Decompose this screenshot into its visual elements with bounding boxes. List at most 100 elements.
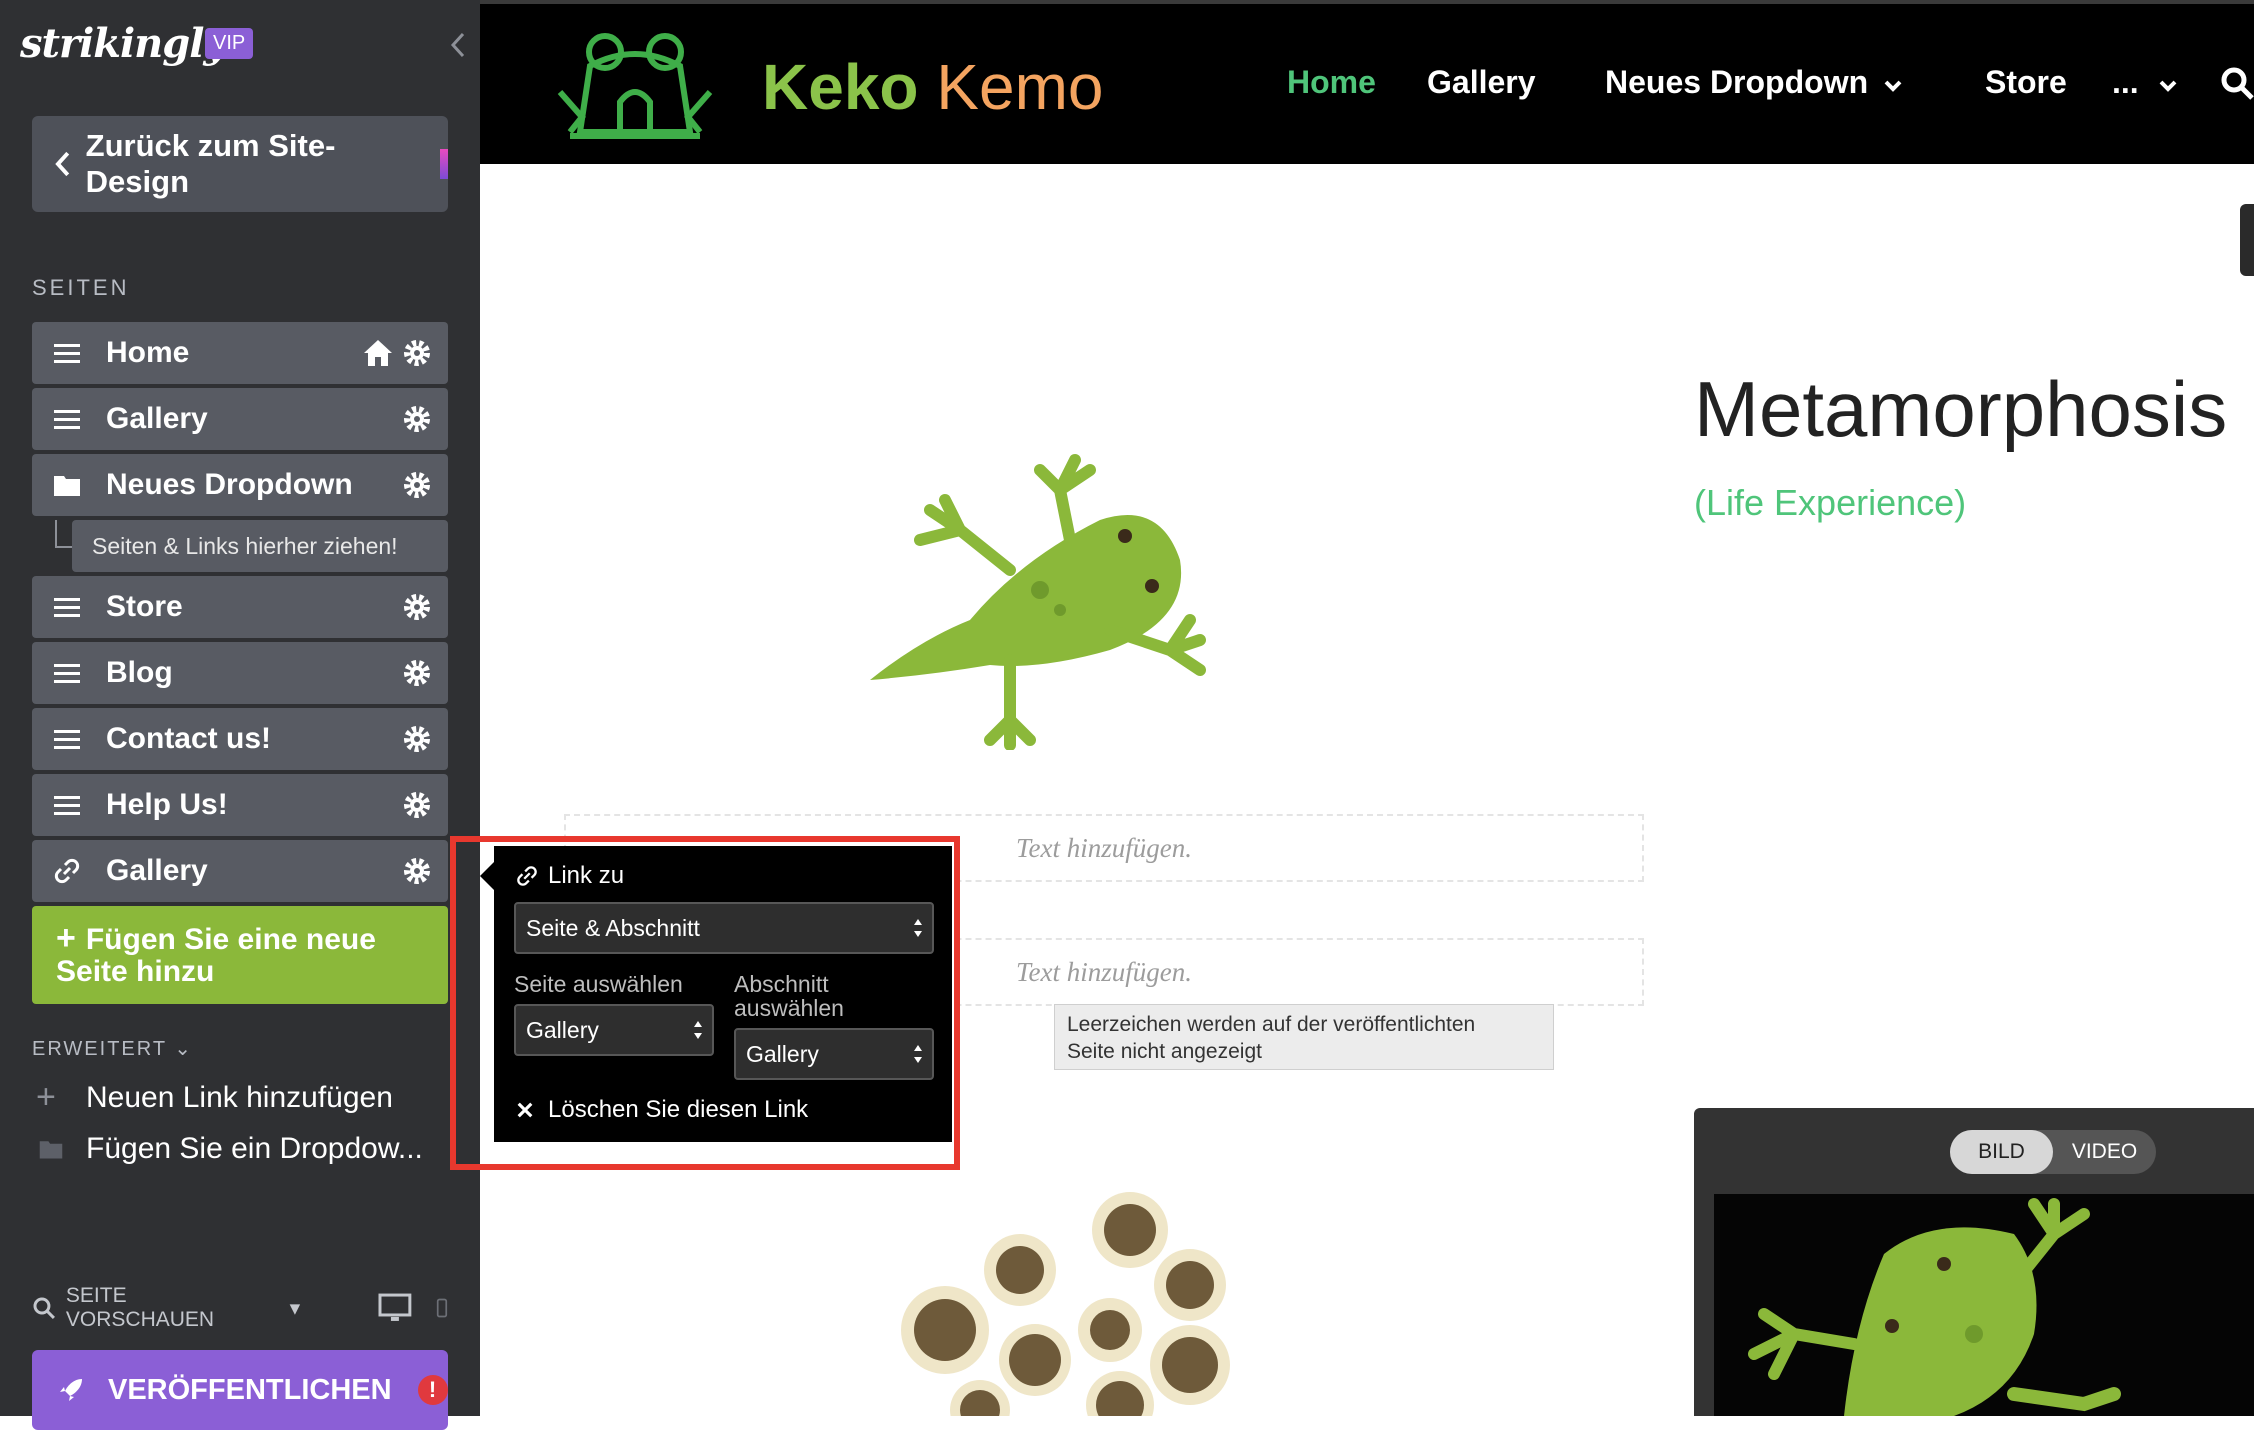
link-type-select[interactable]: Seite & Abschnitt [514, 902, 934, 954]
sidebar-page-help-us[interactable]: Help Us! [32, 774, 448, 836]
preview-label[interactable]: SEITE VORSCHAUEN [66, 1284, 280, 1332]
page-label: Contact us! [106, 722, 271, 755]
nav-home[interactable]: Home [1287, 64, 1376, 101]
tab-video[interactable]: VIDEO [2053, 1130, 2156, 1174]
gear-icon[interactable] [402, 338, 432, 368]
page-label: Help Us! [106, 788, 228, 821]
frog-logo-icon [557, 33, 713, 139]
sidebar-page-home[interactable]: Home [32, 322, 448, 384]
section-subtitle[interactable]: (Life Experience) [1694, 482, 1966, 524]
gear-icon[interactable] [402, 658, 432, 688]
link-icon [54, 858, 80, 884]
back-button-label: Zurück zum Site-Design [85, 128, 336, 199]
plus-icon: + [36, 1078, 56, 1116]
brand-part-2: Kemo [936, 51, 1104, 123]
mobile-icon[interactable] [436, 1297, 448, 1319]
edit-section-tab[interactable] [2240, 204, 2254, 276]
frog-illustration[interactable] [860, 410, 1260, 750]
gear-icon[interactable] [402, 404, 432, 434]
page-label: Store [106, 590, 183, 623]
link-type-value: Seite & Abschnitt [526, 914, 700, 941]
menu-icon [54, 344, 80, 363]
delete-link-button[interactable]: Löschen Sie diesen Link [516, 1096, 808, 1124]
page-label: Gallery [106, 402, 208, 435]
gear-icon[interactable] [402, 592, 432, 622]
search-icon [33, 1297, 55, 1320]
gear-icon[interactable] [402, 724, 432, 754]
folder-icon [39, 1141, 63, 1159]
gear-icon[interactable] [402, 790, 432, 820]
add-link-button[interactable]: + Neuen Link hinzufügen [36, 1078, 393, 1117]
folder-icon [54, 476, 80, 496]
frog-eggs-illustration[interactable] [880, 1184, 1240, 1416]
link-icon [517, 866, 537, 886]
vip-badge: VIP [205, 28, 254, 59]
advanced-heading-label: ERWEITERT [32, 1038, 167, 1060]
section-select[interactable]: Gallery [734, 1028, 934, 1080]
page-select-label: Seite auswählen [514, 971, 683, 997]
add-new-page-button[interactable]: + Fügen Sie eine neue Seite hinzu [32, 906, 448, 1004]
chevron-down-icon [1884, 80, 1902, 92]
add-page-label-line1: Fügen Sie eine neue [85, 923, 376, 956]
search-icon[interactable] [2220, 66, 2254, 100]
site-navbar: Keko Kemo Home Gallery Neues Dropdown St… [480, 0, 2254, 164]
dropdown-drop-zone[interactable]: Seiten & Links hierher ziehen! [72, 520, 448, 572]
menu-icon [54, 730, 80, 749]
collapse-sidebar-icon[interactable] [446, 30, 470, 60]
media-editor-panel: BILD VIDEO [1694, 1108, 2254, 1416]
whitespace-tooltip: Leerzeichen werden auf der veröffentlich… [1054, 1004, 1554, 1070]
section-select-value: Gallery [746, 1040, 819, 1067]
page-select-value: Gallery [526, 1016, 599, 1043]
popover-title-label: Link zu [548, 862, 625, 889]
add-link-label: Neuen Link hinzufügen [86, 1080, 393, 1114]
tooltip-line-1: Leerzeichen werden auf der veröffentlich… [1067, 1013, 1476, 1036]
sidebar-page-store[interactable]: Store [32, 576, 448, 638]
advanced-toggle[interactable]: ERWEITERT ⌄ [32, 1036, 193, 1061]
brand-part-1: Keko [762, 51, 919, 123]
caret-down-icon[interactable]: ▾ [290, 1296, 301, 1321]
sidebar-page-blog[interactable]: Blog [32, 642, 448, 704]
menu-icon [54, 410, 80, 429]
media-type-toggle: BILD VIDEO [1950, 1130, 2156, 1174]
rocket-icon [60, 1379, 82, 1401]
add-page-label-line2: Seite hinzu [56, 955, 215, 988]
plus-icon: + [56, 919, 76, 957]
nav-store[interactable]: Store [1985, 64, 2067, 101]
gear-icon[interactable] [402, 856, 432, 886]
sidebar-page-neues-dropdown[interactable]: Neues Dropdown [32, 454, 448, 516]
back-to-site-design-button[interactable]: Zurück zum Site-Design [32, 116, 448, 212]
tab-bild[interactable]: BILD [1950, 1130, 2053, 1174]
add-dropdown-button[interactable]: Fügen Sie ein Dropdow... [36, 1132, 423, 1166]
select-arrows-icon [914, 919, 922, 937]
link-settings-popover: Link zu Seite & Abschnitt Seite auswähle… [480, 846, 952, 1142]
menu-icon [54, 796, 80, 815]
dropdown-connector [55, 520, 72, 548]
nav-more[interactable]: ... [2112, 64, 2178, 101]
media-preview[interactable] [1714, 1194, 2254, 1416]
sidebar-page-gallery[interactable]: Gallery [32, 388, 448, 450]
page-label: Neues Dropdown [106, 468, 353, 501]
nav-neues-dropdown[interactable]: Neues Dropdown [1605, 64, 1903, 101]
editor-sidebar: strikingly VIP Zurück zum Site-Design SE… [0, 0, 480, 1430]
sidebar-link-gallery[interactable]: Gallery [32, 840, 448, 902]
menu-icon [54, 664, 80, 683]
section-title[interactable]: Metamorphosis [1694, 364, 2227, 455]
chevron-left-icon [55, 151, 70, 177]
publish-button[interactable]: VERÖFFENTLICHEN ! [32, 1350, 448, 1430]
desktop-icon[interactable] [378, 1293, 412, 1323]
gradient-marker [440, 149, 448, 179]
section-label-line-1: Abschnitt [734, 971, 829, 997]
page-label: Home [106, 336, 190, 369]
nav-neues-dropdown-label: Neues Dropdown [1605, 64, 1869, 100]
select-arrows-icon [914, 1045, 922, 1063]
site-brand[interactable]: Keko Kemo [762, 50, 1103, 124]
popover-title: Link zu [516, 862, 624, 890]
add-dropdown-label: Fügen Sie ein Dropdow... [86, 1132, 423, 1165]
sidebar-page-contact[interactable]: Contact us! [32, 708, 448, 770]
page-label: Gallery [106, 854, 208, 887]
chevron-down-icon [2159, 80, 2176, 92]
page-select[interactable]: Gallery [514, 1004, 714, 1056]
nav-gallery[interactable]: Gallery [1427, 64, 1536, 101]
tooltip-line-2: Seite nicht angezeigt [1067, 1040, 1262, 1063]
gear-icon[interactable] [402, 470, 432, 500]
